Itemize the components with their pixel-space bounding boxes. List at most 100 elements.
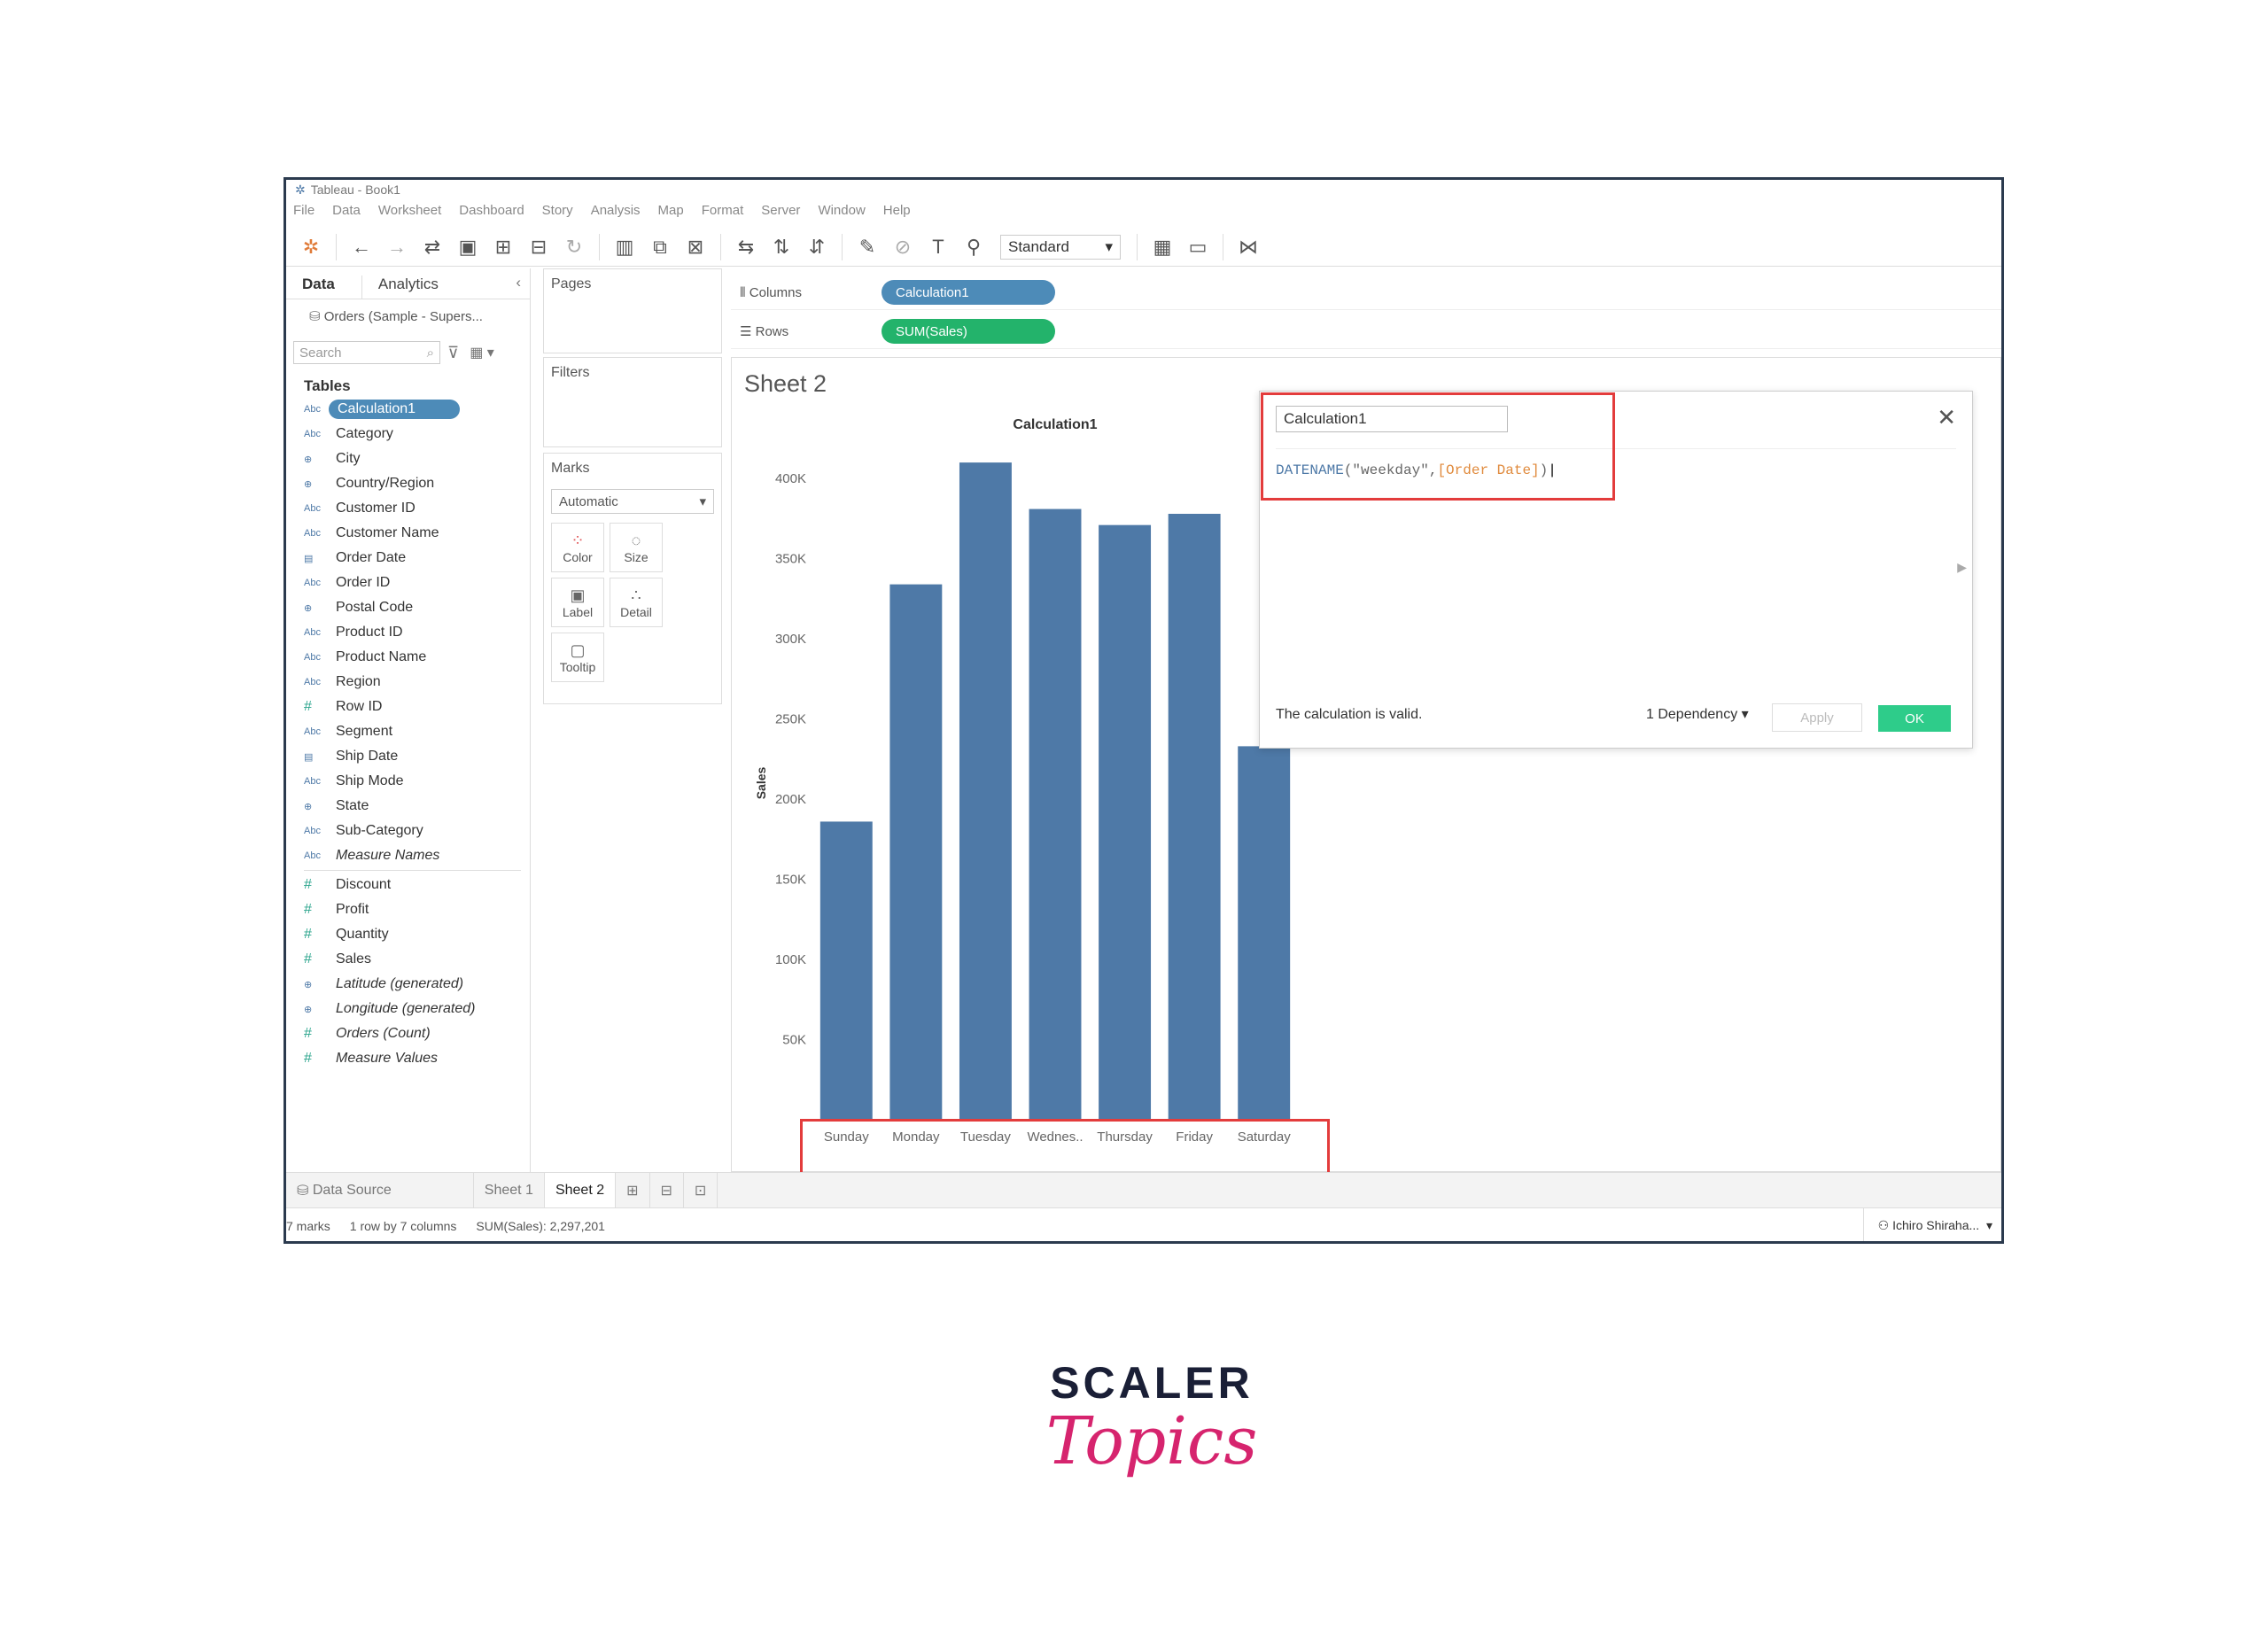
fit-select[interactable]: Standard ▾ — [1000, 234, 1121, 260]
clear-sheet-icon[interactable]: ⊠ — [682, 234, 709, 260]
pin-icon[interactable]: ⚲ — [960, 234, 987, 260]
share-icon[interactable]: ⋈ — [1235, 234, 1262, 260]
field-sub-category[interactable]: Abc Sub-Category — [286, 819, 530, 843]
group-icon[interactable]: ⊘ — [889, 234, 916, 260]
field-orders-count[interactable]: # Orders (Count) — [286, 1021, 530, 1046]
label-icon[interactable]: T — [925, 234, 951, 260]
field-ship-date[interactable]: ▤ Ship Date — [286, 744, 530, 769]
filter-icon[interactable]: ⊽ — [447, 344, 459, 362]
field-type-icon: # — [304, 1026, 312, 1041]
search-input[interactable]: Search ⌕ — [293, 341, 440, 364]
menu-analysis[interactable]: Analysis — [591, 203, 641, 224]
field-measure-values[interactable]: # Measure Values — [286, 1046, 530, 1071]
replay-icon[interactable]: ⇄ — [419, 234, 446, 260]
field-longitude-generated[interactable]: ⊕ Longitude (generated) — [286, 997, 530, 1021]
tab-sheet2[interactable]: Sheet 2 — [544, 1173, 617, 1208]
field-measure-names[interactable]: Abc Measure Names — [286, 843, 530, 868]
field-city[interactable]: ⊕ City — [286, 446, 530, 471]
columns-shelf[interactable]: ⦀ Columns Calculation1 — [731, 276, 2001, 310]
field-profit[interactable]: # Profit — [286, 897, 530, 922]
rows-pill[interactable]: SUM(Sales) — [882, 319, 1055, 344]
duplicate-sheet-icon[interactable]: ⧉ — [647, 234, 673, 260]
pages-card[interactable]: Pages — [543, 268, 722, 353]
new-story-icon[interactable]: ⊡ — [684, 1173, 718, 1208]
swap-icon[interactable]: ⇆ — [733, 234, 759, 260]
field-state[interactable]: ⊕ State — [286, 794, 530, 819]
field-calculation1[interactable]: Abc Calculation1 — [286, 397, 530, 422]
show-cards-icon[interactable]: ▦ — [1149, 234, 1176, 260]
field-row-id[interactable]: # Row ID — [286, 695, 530, 719]
detail-button[interactable]: ∴ Detail — [610, 578, 663, 627]
refresh-icon[interactable]: ↻ — [561, 234, 587, 260]
new-worksheet-icon[interactable]: ⊞ — [616, 1173, 650, 1208]
expand-arrow-icon[interactable]: ▶ — [1957, 560, 1967, 575]
tab-data[interactable]: Data — [286, 276, 362, 299]
redo-icon[interactable]: → — [384, 234, 410, 260]
field-type-icon: # — [304, 1051, 312, 1066]
presentation-icon[interactable]: ▭ — [1184, 234, 1211, 260]
sort-descending-icon[interactable]: ⇵ — [804, 234, 830, 260]
field-segment[interactable]: Abc Segment — [286, 719, 530, 744]
user-menu[interactable]: ⚇ Ichiro Shiraha... ▾ — [1862, 1207, 1992, 1241]
data-pane: Data Analytics ‹ ⛁ Orders (Sample - Supe… — [286, 268, 531, 1172]
menu-help[interactable]: Help — [883, 203, 911, 224]
columns-pill[interactable]: Calculation1 — [882, 280, 1055, 305]
field-label: Calculation1 — [329, 400, 461, 419]
field-discount[interactable]: # Discount — [286, 873, 530, 897]
pause-updates-icon[interactable]: ⊟ — [525, 234, 552, 260]
mark-type-select[interactable]: Automatic ▾ — [551, 489, 714, 514]
filters-card[interactable]: Filters — [543, 357, 722, 447]
field-sales[interactable]: # Sales — [286, 947, 530, 972]
field-country-region[interactable]: ⊕ Country/Region — [286, 471, 530, 496]
collapse-icon[interactable]: ‹ — [516, 274, 530, 299]
sort-ascending-icon[interactable]: ⇅ — [768, 234, 795, 260]
menu-dashboard[interactable]: Dashboard — [459, 203, 524, 224]
field-customer-id[interactable]: Abc Customer ID — [286, 496, 530, 521]
tab-analytics[interactable]: Analytics — [362, 276, 516, 299]
menu-file[interactable]: File — [293, 203, 315, 224]
field-product-id[interactable]: Abc Product ID — [286, 620, 530, 645]
field-customer-name[interactable]: Abc Customer Name — [286, 521, 530, 546]
close-icon[interactable]: ✕ — [1937, 404, 1956, 431]
field-latitude-generated[interactable]: ⊕ Latitude (generated) — [286, 972, 530, 997]
new-dashboard-icon[interactable]: ⊟ — [650, 1173, 684, 1208]
menu-format[interactable]: Format — [702, 203, 744, 224]
menu-server[interactable]: Server — [761, 203, 800, 224]
field-order-id[interactable]: Abc Order ID — [286, 571, 530, 595]
new-datasource-icon[interactable]: ⊞ — [490, 234, 517, 260]
field-postal-code[interactable]: ⊕ Postal Code — [286, 595, 530, 620]
tab-sheet1[interactable]: Sheet 1 — [474, 1173, 545, 1208]
field-region[interactable]: Abc Region — [286, 670, 530, 695]
menu-map[interactable]: Map — [658, 203, 684, 224]
apply-button[interactable]: Apply — [1772, 703, 1862, 732]
detail-icon: ∴ — [631, 586, 641, 604]
bar-thursday — [1099, 524, 1152, 1120]
label-button[interactable]: ▣ Label — [551, 578, 604, 627]
tooltip-button[interactable]: ▢ Tooltip — [551, 633, 604, 682]
highlight-icon[interactable]: ✎ — [854, 234, 881, 260]
color-button[interactable]: ⁘ Color — [551, 523, 604, 572]
tab-data-source[interactable]: ⛁ Data Source — [286, 1173, 474, 1208]
save-icon[interactable]: ▣ — [454, 234, 481, 260]
view-options-icon[interactable]: ▦ ▾ — [470, 344, 494, 361]
field-quantity[interactable]: # Quantity — [286, 922, 530, 947]
new-worksheet-icon[interactable]: ▥ — [611, 234, 638, 260]
menu-worksheet[interactable]: Worksheet — [378, 203, 441, 224]
field-type-icon: ▤ — [304, 553, 314, 564]
field-order-date[interactable]: ▤ Order Date — [286, 546, 530, 571]
menu-story[interactable]: Story — [542, 203, 573, 224]
field-ship-mode[interactable]: Abc Ship Mode — [286, 769, 530, 794]
field-type-icon: ▤ — [304, 751, 314, 763]
field-category[interactable]: Abc Category — [286, 422, 530, 446]
ok-button[interactable]: OK — [1878, 705, 1951, 732]
field-label: Profit — [336, 902, 369, 917]
menu-window[interactable]: Window — [818, 203, 865, 224]
size-button[interactable]: ◌ Size — [610, 523, 663, 572]
field-product-name[interactable]: Abc Product Name — [286, 645, 530, 670]
menu-data[interactable]: Data — [332, 203, 361, 224]
undo-icon[interactable]: ← — [348, 234, 375, 260]
rows-shelf[interactable]: ☰ Rows SUM(Sales) — [731, 314, 2001, 349]
data-source-name[interactable]: ⛁ Orders (Sample - Supers... — [286, 299, 530, 328]
dependency-dropdown[interactable]: 1 Dependency ▾ — [1646, 705, 1749, 723]
tableau-home-icon[interactable]: ✲ — [298, 234, 324, 260]
